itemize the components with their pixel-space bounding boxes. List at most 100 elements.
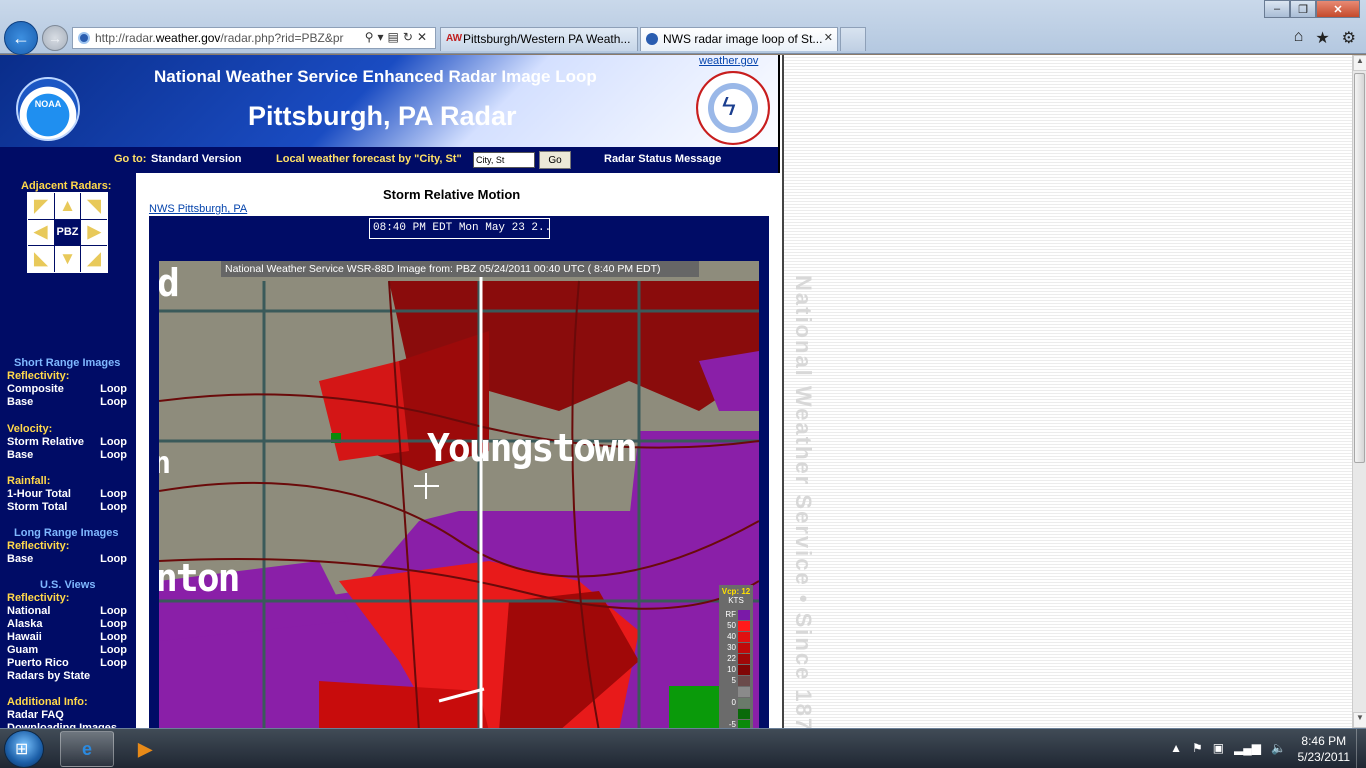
legend-swatch xyxy=(738,665,750,675)
national-loop-link[interactable]: Loop xyxy=(100,605,127,617)
back-button[interactable]: ← xyxy=(4,21,38,55)
storm-total-link[interactable]: Storm Total xyxy=(7,501,67,513)
radar-nw-arrow-icon[interactable]: ◤ xyxy=(28,193,54,219)
scroll-up-icon[interactable]: ▲ xyxy=(1353,55,1366,71)
settings-gear-icon[interactable]: ⚙ xyxy=(1342,28,1356,48)
show-desktop-button[interactable] xyxy=(1356,729,1366,768)
clock-time: 8:46 PM xyxy=(1301,734,1347,748)
forward-arrow-icon: → xyxy=(48,30,62,46)
clock[interactable]: 8:46 PM 5/23/2011 xyxy=(1298,733,1351,765)
one-hour-total-link[interactable]: 1-Hour Total xyxy=(7,488,71,500)
legend-value: 40 xyxy=(727,632,736,641)
url-prefix: http://radar. xyxy=(95,31,156,45)
up-arrow-icon[interactable]: ▲ xyxy=(1170,741,1182,755)
close-window-button[interactable]: ✕ xyxy=(1316,0,1360,18)
address-tools[interactable]: ⚲▾▤↻✕ xyxy=(360,30,431,44)
stop-icon[interactable]: ✕ xyxy=(417,30,431,44)
tab-pittsburgh-weather[interactable]: AW Pittsburgh/Western PA Weath... xyxy=(440,27,638,51)
start-button[interactable]: ⊞ xyxy=(4,730,44,768)
puerto-rico-loop-link[interactable]: Loop xyxy=(100,657,127,669)
media-player-icon[interactable]: ▶ xyxy=(118,731,172,767)
long-base-loop-link[interactable]: Loop xyxy=(100,553,127,565)
signal-icon[interactable]: ▂▄▆ xyxy=(1234,741,1261,755)
radar-sw-arrow-icon[interactable]: ◣ xyxy=(28,246,54,272)
legend-value: 50 xyxy=(727,621,736,630)
refresh-icon[interactable]: ↻ xyxy=(403,30,417,44)
radar-se-arrow-icon[interactable]: ◢ xyxy=(81,246,107,272)
search-icon[interactable]: ⚲ xyxy=(365,30,378,44)
hawaii-loop-link[interactable]: Loop xyxy=(100,631,127,643)
tab-nws-radar-loop[interactable]: NWS radar image loop of St... ✕ xyxy=(640,27,838,51)
radar-n-arrow-icon[interactable]: ▲ xyxy=(54,193,81,219)
standard-version-link[interactable]: Standard Version xyxy=(151,153,241,165)
legend-swatch xyxy=(738,621,750,631)
radar-status-link[interactable]: Radar Status Message xyxy=(604,153,721,165)
guam-loop-link[interactable]: Loop xyxy=(100,644,127,656)
legend-value: -5 xyxy=(728,720,736,728)
speaker-icon[interactable]: 🔈 xyxy=(1271,741,1286,755)
base-row: Base Loop xyxy=(7,396,127,408)
puerto-rico-link[interactable]: Puerto Rico xyxy=(7,657,69,669)
go-button[interactable]: Go xyxy=(539,151,571,169)
velocity-base-link[interactable]: Base xyxy=(7,449,33,461)
nws-pittsburgh-link[interactable]: NWS Pittsburgh, PA xyxy=(149,203,247,215)
storm-relative-loop-link[interactable]: Loop xyxy=(100,436,127,448)
dropdown-icon[interactable]: ▾ xyxy=(378,30,388,44)
close-tab-icon[interactable]: ✕ xyxy=(824,31,833,44)
national-link[interactable]: National xyxy=(7,605,50,617)
home-icon[interactable]: ⌂ xyxy=(1294,28,1304,48)
composite-link[interactable]: Composite xyxy=(7,383,64,395)
url-domain: weather.gov xyxy=(155,31,221,45)
scrollbar-thumb[interactable] xyxy=(1354,73,1365,463)
radar-faq-link[interactable]: Radar FAQ xyxy=(7,709,127,721)
internet-explorer-icon[interactable]: e xyxy=(60,731,114,767)
city-label-partial-d: d xyxy=(159,261,180,305)
radar-ne-arrow-icon[interactable]: ◥ xyxy=(81,193,107,219)
weather-gov-link[interactable]: weather.gov xyxy=(699,55,758,67)
legend-swatch xyxy=(738,643,750,653)
accuweather-icon: AW xyxy=(446,33,463,44)
velocity-legend: Vcp: 12 KTS RF 50 40 30 22 10 5 0 -5 xyxy=(719,585,753,728)
compat-icon[interactable]: ▤ xyxy=(388,30,403,44)
composite-loop-link[interactable]: Loop xyxy=(100,383,127,395)
long-base-link[interactable]: Base xyxy=(7,553,33,565)
short-range-title: Short Range Images xyxy=(14,357,121,369)
adjacent-radars-grid: ◤ ▲ ◥ ◀ PBZ ▶ ◣ ▼ ◢ xyxy=(27,192,108,273)
radar-image[interactable]: National Weather Service WSR-88D Image f… xyxy=(159,261,759,728)
alaska-loop-link[interactable]: Loop xyxy=(100,618,127,630)
noaa-logo[interactable]: NOAA xyxy=(16,77,80,141)
maximize-button[interactable]: ❐ xyxy=(1290,0,1316,18)
nws-logo[interactable]: ϟ xyxy=(696,71,770,145)
base-loop-link[interactable]: Loop xyxy=(100,396,127,408)
radar-w-arrow-icon[interactable]: ◀ xyxy=(28,219,54,246)
address-bar[interactable]: http://radar.weather.gov/radar.php?rid=P… xyxy=(72,27,436,49)
storm-relative-link[interactable]: Storm Relative xyxy=(7,436,84,448)
us-reflectivity-label: Reflectivity: xyxy=(7,592,70,604)
radar-e-arrow-icon[interactable]: ▶ xyxy=(81,219,107,246)
puerto-rico-row: Puerto Rico Loop xyxy=(7,657,127,669)
device-icon[interactable]: ▣ xyxy=(1213,741,1224,755)
hawaii-link[interactable]: Hawaii xyxy=(7,631,42,643)
additional-info-label: Additional Info: xyxy=(7,696,88,708)
favorites-star-icon[interactable]: ★ xyxy=(1315,28,1329,48)
us-views-title: U.S. Views xyxy=(40,579,96,591)
system-tray: ▲ ⚑ ▣ ▂▄▆ 🔈 xyxy=(1170,741,1286,755)
minimize-button[interactable]: – xyxy=(1264,0,1290,18)
guam-link[interactable]: Guam xyxy=(7,644,38,656)
radars-by-state-link[interactable]: Radars by State xyxy=(7,670,127,682)
new-tab-button[interactable] xyxy=(840,27,866,51)
radar-s-arrow-icon[interactable]: ▼ xyxy=(54,246,81,272)
alaska-link[interactable]: Alaska xyxy=(7,618,42,630)
forward-button[interactable]: → xyxy=(42,25,68,51)
city-state-input[interactable] xyxy=(473,152,535,168)
goto-label: Go to: xyxy=(114,153,147,165)
one-hour-loop-link[interactable]: Loop xyxy=(100,488,127,500)
base-link[interactable]: Base xyxy=(7,396,33,408)
legend-swatch xyxy=(738,687,750,697)
flag-icon[interactable]: ⚑ xyxy=(1192,741,1203,755)
taskbar: ⊞ e ▶ ▲ ⚑ ▣ ▂▄▆ 🔈 8:46 PM 5/23/2011 xyxy=(0,728,1366,768)
storm-total-loop-link[interactable]: Loop xyxy=(100,501,127,513)
velocity-base-loop-link[interactable]: Loop xyxy=(100,449,127,461)
vertical-scrollbar[interactable]: ▲ ▼ xyxy=(1352,55,1366,728)
scroll-down-icon[interactable]: ▼ xyxy=(1353,712,1366,728)
